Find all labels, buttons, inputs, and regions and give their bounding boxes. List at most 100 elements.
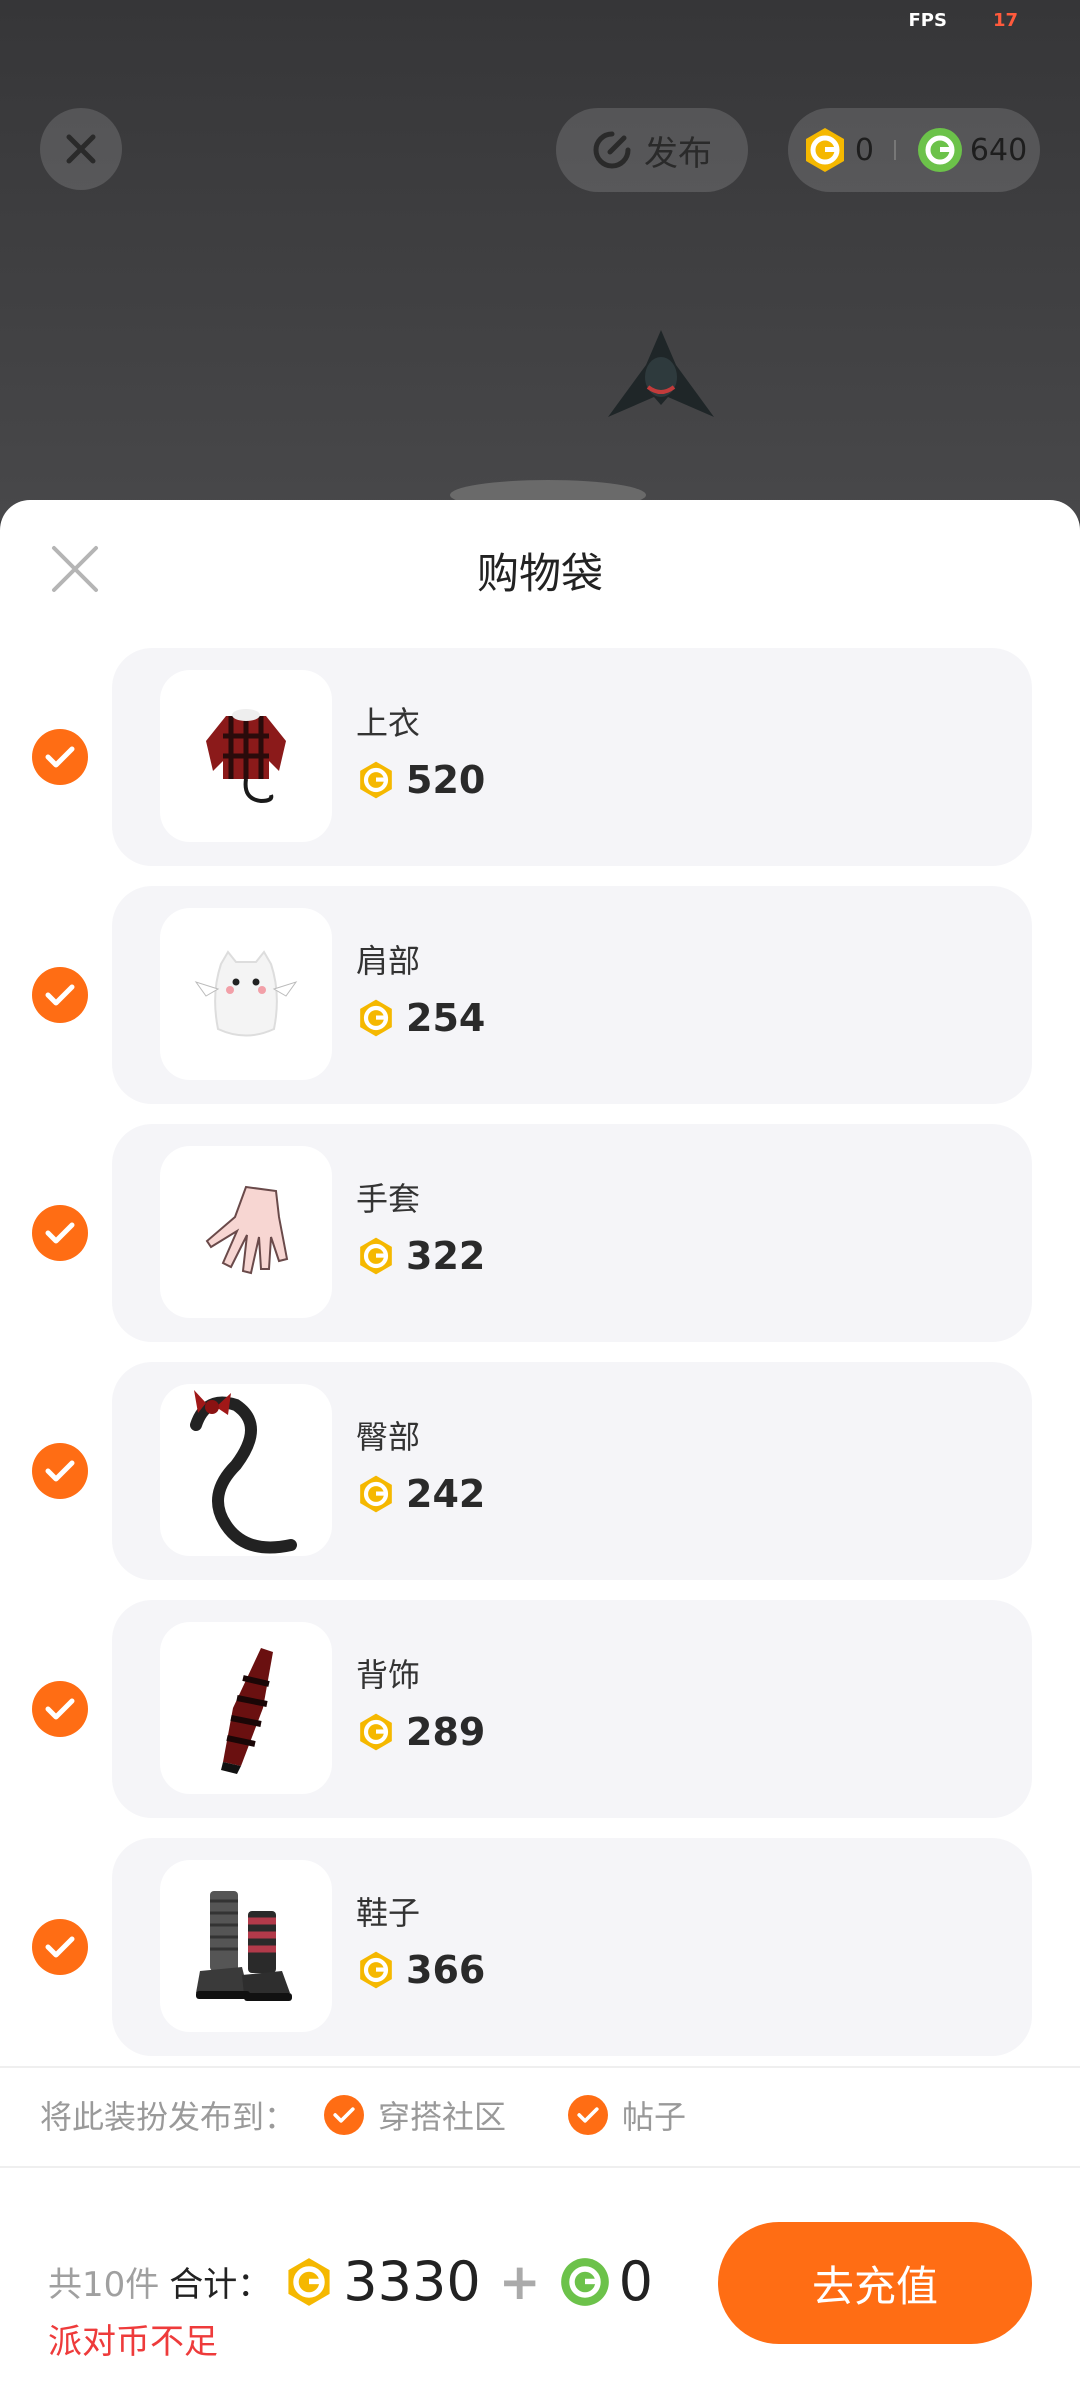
checkmark-icon (45, 1936, 75, 1958)
item-price: 520 (356, 758, 485, 802)
checkmark-icon (45, 746, 75, 768)
boots-icon (196, 1891, 292, 2001)
checkmark-icon (333, 2107, 355, 2123)
item-name: 鞋子 (356, 1894, 421, 1932)
item-card[interactable]: 臀部 242 (112, 1362, 1032, 1580)
green-coin-icon (560, 2257, 609, 2306)
divider (0, 2066, 1080, 2068)
item-card[interactable]: 鞋子 366 (112, 1838, 1032, 2056)
item-checkbox[interactable] (32, 1205, 88, 1261)
item-name: 上衣 (356, 704, 421, 742)
gold-coin-icon (805, 128, 844, 172)
item-price-value: 254 (406, 996, 486, 1040)
gold-coin-icon (360, 761, 392, 799)
back-accessory-icon (221, 1648, 273, 1774)
option-label: 帖子 (622, 2098, 687, 2136)
cart-item[interactable]: 肩部 254 (0, 886, 1080, 1104)
item-checkbox[interactable] (32, 1443, 88, 1499)
item-card[interactable]: 上衣 520 (112, 648, 1032, 866)
item-thumbnail (160, 670, 332, 842)
divider (0, 2166, 1080, 2168)
avatar-preview-scene: FPS 17 发布 0 640 (0, 0, 1080, 520)
hand-icon (205, 1185, 289, 1275)
item-price-value: 520 (406, 758, 486, 802)
close-button[interactable] (40, 108, 122, 190)
item-price-value: 366 (406, 1948, 486, 1992)
gold-coin-icon (360, 1713, 392, 1751)
green-total: 0 (618, 2250, 653, 2313)
gold-coin-icon (360, 1237, 392, 1275)
item-price: 289 (356, 1710, 485, 1754)
item-card[interactable]: 肩部 254 (112, 886, 1032, 1104)
item-price-value: 322 (406, 1234, 486, 1278)
fps-counter: FPS 17 (908, 10, 1018, 31)
item-price: 366 (356, 1948, 485, 1992)
item-card[interactable]: 背饰 289 (112, 1600, 1032, 1818)
item-checkbox[interactable] (32, 1681, 88, 1737)
checkmark-icon (577, 2107, 599, 2123)
recharge-button[interactable]: 去充值 (718, 2222, 1032, 2344)
ghost-cat-icon (194, 950, 298, 1037)
item-thumbnail (160, 1384, 332, 1556)
item-name: 肩部 (356, 942, 421, 980)
item-name: 臀部 (356, 1418, 421, 1456)
balance-separator (893, 140, 896, 160)
publish-target-label: 将此装扮发布到： (40, 2098, 297, 2136)
item-name: 背饰 (356, 1656, 421, 1694)
publish-label: 发布 (644, 133, 712, 174)
cart-item[interactable]: 鞋子 366 (0, 1838, 1080, 2056)
tail-icon (190, 1390, 297, 1554)
gold-balance: 0 (854, 132, 874, 168)
plus-sign: + (498, 2252, 541, 2311)
item-price-value: 242 (406, 1472, 486, 1516)
checkout-footer: 共10件 合计： 3330 + 0 派对币不足 去充值 (0, 2190, 1080, 2390)
publish-button[interactable]: 发布 (556, 108, 748, 192)
coat-icon (206, 709, 286, 804)
item-count: 共10件 (48, 2265, 160, 2305)
cart-item[interactable]: 臀部 242 (0, 1362, 1080, 1580)
item-thumbnail (160, 1860, 332, 2032)
checkmark-icon (45, 1222, 75, 1244)
sheet-title: 购物袋 (476, 549, 603, 598)
item-price: 254 (356, 996, 485, 1040)
item-card[interactable]: 手套 322 (112, 1124, 1032, 1342)
gold-coin-icon (360, 999, 392, 1037)
item-price: 322 (356, 1234, 485, 1278)
item-checkbox[interactable] (32, 967, 88, 1023)
item-checkbox[interactable] (32, 1919, 88, 1975)
publish-option-outfit-community[interactable]: 穿搭社区 (324, 2092, 506, 2138)
item-price: 242 (356, 1472, 485, 1516)
gold-coin-icon (360, 1475, 392, 1513)
option-checkbox[interactable] (324, 2095, 365, 2135)
cart-item[interactable]: 手套 322 (0, 1124, 1080, 1342)
green-balance: 640 (969, 132, 1028, 168)
gold-coin-icon (288, 2257, 330, 2306)
total-label: 合计： (169, 2265, 272, 2305)
checkmark-icon (45, 984, 75, 1006)
total-amount: 3330 + 0 (283, 2250, 653, 2313)
fps-value: 17 (992, 10, 1018, 31)
checkmark-icon (45, 1698, 75, 1720)
gold-coin-icon (360, 1951, 392, 1989)
fps-label: FPS (908, 10, 947, 31)
item-price-value: 289 (406, 1710, 486, 1754)
item-name: 手套 (356, 1180, 421, 1218)
publish-option-post[interactable]: 帖子 (568, 2092, 686, 2138)
cart-item[interactable]: 上衣 520 (0, 648, 1080, 866)
option-label: 穿搭社区 (378, 2098, 507, 2136)
order-summary: 共10件 合计： 3330 + 0 (48, 2250, 653, 2313)
checkmark-icon (45, 1460, 75, 1482)
currency-balance[interactable]: 0 640 (788, 108, 1040, 192)
green-coin-icon (917, 128, 962, 172)
item-thumbnail (160, 908, 332, 1080)
option-checkbox[interactable] (568, 2095, 609, 2135)
publish-icon (593, 131, 631, 169)
shark-avatar-icon (608, 330, 714, 417)
publish-target-row: 将此装扮发布到： 穿搭社区 帖子 (40, 2092, 686, 2138)
item-thumbnail (160, 1146, 332, 1318)
insufficient-funds-warning: 派对币不足 (48, 2322, 218, 2362)
cart-item[interactable]: 背饰 289 (0, 1600, 1080, 1818)
item-checkbox[interactable] (32, 729, 88, 785)
close-icon (66, 134, 96, 164)
gold-total: 3330 (343, 2250, 481, 2313)
